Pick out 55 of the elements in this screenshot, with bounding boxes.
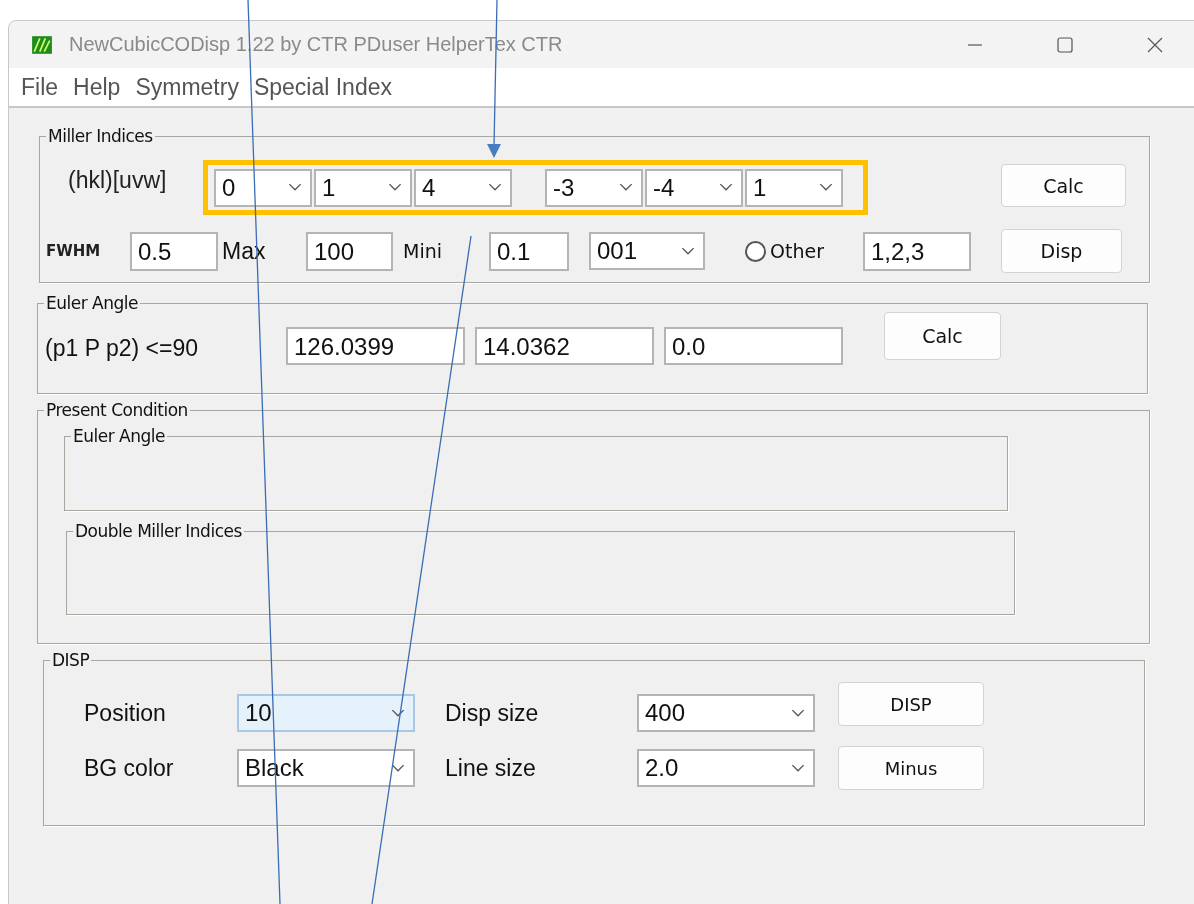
group-label: Miller Indices: [47, 126, 154, 146]
action-button[interactable]: DISP: [838, 682, 984, 726]
chevron-down-icon: [791, 708, 805, 718]
group-label: DISP: [51, 650, 91, 670]
action-button[interactable]: Minus: [838, 746, 984, 790]
dropdown[interactable]: 1: [745, 168, 843, 207]
chevron-down-icon: [288, 183, 302, 192]
field-label: FWHM: [46, 242, 102, 260]
field-label: Mini: [402, 240, 443, 262]
chevron-down-icon: [791, 763, 805, 773]
maximize-icon[interactable]: [1055, 34, 1075, 55]
group-label: Double Miller Indices: [74, 521, 243, 541]
field-label: (p1 P p2) <=90: [45, 334, 200, 362]
radio-button[interactable]: [745, 240, 766, 262]
dropdown[interactable]: -4: [645, 168, 743, 207]
field-label: Line size: [445, 754, 537, 782]
input-field[interactable]: 0.0: [664, 327, 843, 365]
field-label: BG color: [84, 754, 175, 782]
input-field[interactable]: 0.1: [489, 231, 569, 271]
chevron-down-icon: [391, 763, 405, 773]
dropdown[interactable]: 10: [237, 694, 415, 732]
input-field[interactable]: 1,2,3: [863, 231, 971, 271]
dropdown[interactable]: 4: [414, 168, 512, 207]
dropdown[interactable]: 400: [637, 694, 815, 732]
menu-item[interactable]: Help: [71, 73, 123, 101]
dropdown[interactable]: 0: [214, 168, 312, 207]
group-label: Euler Angle: [72, 426, 166, 446]
field-label: (hkl)[uvw]: [68, 167, 168, 194]
group-label: Present Condition: [45, 400, 189, 420]
dropdown[interactable]: 2.0: [637, 749, 815, 787]
input-field[interactable]: 100: [306, 231, 393, 271]
dropdown[interactable]: 001: [589, 232, 705, 270]
menu-item[interactable]: Special Index: [251, 73, 394, 101]
chevron-down-icon: [391, 708, 405, 718]
calc-button[interactable]: Calc: [1001, 164, 1126, 207]
field-label: Position: [84, 699, 167, 727]
group-label: Euler Angle: [45, 293, 139, 313]
field-label: Disp size: [445, 699, 540, 727]
input-field[interactable]: 0.5: [130, 231, 218, 271]
calc-button[interactable]: Calc: [884, 312, 1001, 360]
menu-item[interactable]: Symmetry: [133, 73, 241, 101]
chevron-down-icon: [719, 183, 733, 192]
disp-button[interactable]: Disp: [1001, 229, 1122, 273]
chevron-down-icon: [681, 246, 695, 256]
menu-item[interactable]: File: [19, 73, 61, 101]
input-field[interactable]: 14.0362: [475, 327, 654, 365]
chevron-down-icon: [488, 183, 502, 192]
input-field[interactable]: 126.0399: [286, 327, 465, 365]
dropdown[interactable]: 1: [314, 168, 412, 207]
app-logo-icon: [31, 33, 53, 56]
chevron-down-icon: [619, 183, 633, 192]
chevron-down-icon: [388, 183, 402, 192]
dropdown[interactable]: -3: [545, 168, 643, 207]
chevron-down-icon: [819, 183, 833, 192]
radio-label: Other: [770, 240, 824, 262]
